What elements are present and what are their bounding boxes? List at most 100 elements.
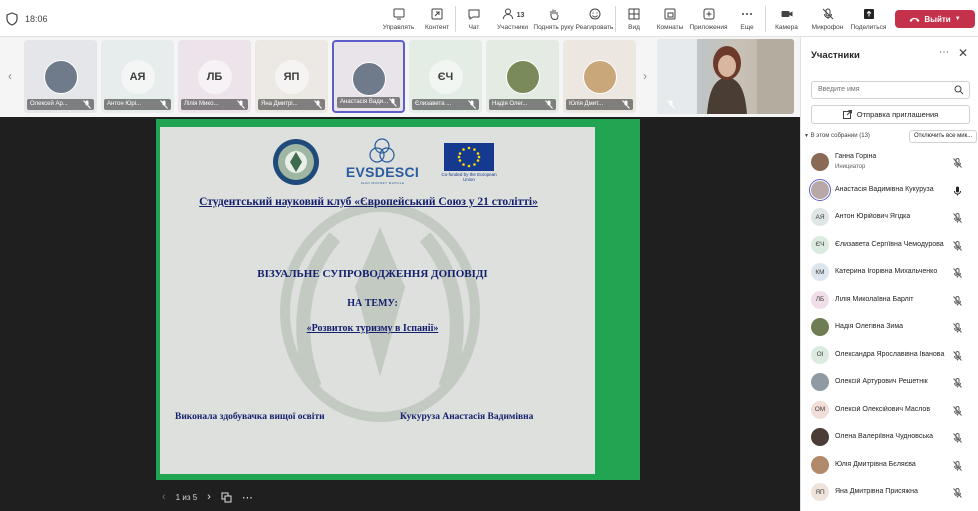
presenter-video[interactable] [657,39,794,114]
mic-off-icon [622,100,630,109]
send-invite-label: Отправка приглашения [856,110,939,119]
shared-content-stage: EVSDESCI JEAN MONNET MODULE Co-funded by… [0,117,800,511]
participant-name: Олексій Олексійович Маслов [835,405,931,413]
participant-row[interactable]: Ганна Горіна Инициатор [801,149,978,177]
raise-hand-icon [550,9,558,21]
participant-row[interactable]: КМ Катерина Ігорівна Михальченко [801,259,978,287]
raise-hand-button[interactable]: Поднять руку [533,2,574,36]
avatar [582,60,617,94]
participant-name: Надія Олегівна Зима [835,323,904,330]
participant-row[interactable]: ЄЧ Єлизавета Сергіївна Чемодурова [801,232,978,260]
camera-button[interactable]: Камера [766,2,807,36]
participant-tile[interactable]: Олексей Ар... [24,40,97,113]
next-slide-icon[interactable]: › [207,491,211,503]
avatar: ЄЧ [811,235,829,254]
share-button[interactable]: Поделиться [848,2,889,36]
mic-off-icon [953,460,962,471]
slide-page-indicator: 1 из 5 [175,492,198,502]
participants-list: Ганна Горіна Инициатор Анастасія Вадимівна… [801,149,978,507]
chevron-left-icon[interactable]: ‹ [8,69,12,83]
rooms-icon [664,8,676,20]
leave-button[interactable]: Выйти ▼ [895,10,975,28]
university-seal-logo [273,139,319,185]
participant-tile[interactable]: АЯ Антон Юрі... [101,40,174,113]
participant-tile[interactable]: Надія Олег... [486,40,559,113]
share-icon [863,9,874,19]
slide-topic: «Розвиток туризму в Іспанії» [306,323,439,334]
share-content-icon [431,8,443,20]
participant-row[interactable]: ОМ Олексій Олексійович Маслов [801,397,978,425]
apps-icon [703,8,714,20]
avatar [811,373,829,391]
search-placeholder: Введите имя [818,86,860,93]
avatar [505,60,540,94]
mic-off-icon [953,433,962,443]
avatar: АЯ [120,60,155,94]
manage-button[interactable]: Управлять [378,2,419,36]
participants-panel: Участники ⋯ ✕ Введите имя Отправка пригл… [800,37,978,511]
evsdesci-circles-icon [369,138,395,163]
panel-title: Участники [811,50,860,61]
participant-tile[interactable]: ЯП Яна Дмитрі... [255,40,328,113]
avatar: ЛБ [197,60,232,94]
participant-row[interactable]: Олексій Артурович Решетнік [801,369,978,397]
mic-off-icon [953,405,962,416]
evsdesci-wordmark: EVSDESCI [345,164,420,180]
participant-row[interactable]: ЯП Яна Дмитрівна Присяжна [801,479,978,507]
search-input[interactable]: Введите имя [811,81,970,99]
more-options-icon[interactable]: ⋯ [242,491,253,504]
participant-row[interactable]: Олена Валеріївна Чудновська [801,424,978,452]
chevron-right-icon[interactable]: › [643,69,647,83]
participant-tile[interactable]: ЄЧ Єлизавета ... [409,40,482,113]
camera-icon [781,11,792,17]
avatar: ОІ [811,345,829,364]
slides-overview-icon[interactable] [221,492,232,503]
search-icon [954,85,964,95]
participant-row[interactable]: АЯ Антон Юрійович Ягідка [801,204,978,232]
participant-tile[interactable]: ЛБ Лілія Мико... [178,40,251,113]
participant-name: Олена Валеріївна Чудновська [835,433,934,440]
participants-button[interactable]: 13 Участники [492,2,533,36]
participant-tile[interactable]: Юлія Дмит... [563,40,636,113]
camera-label: Камера [775,24,798,31]
chat-button[interactable]: Чат [456,2,492,36]
close-icon[interactable]: ✕ [958,46,968,60]
react-icon [589,8,600,20]
eu-flag-icon [444,143,494,171]
presentation-slide: EVSDESCI JEAN MONNET MODULE Co-funded by… [160,127,595,474]
evsdesci-logo: EVSDESCI JEAN MONNET MODULE [345,137,420,187]
content-label: Контент [424,24,450,31]
previous-slide-icon[interactable]: ‹ [162,491,166,503]
mic-off-icon [667,100,675,109]
participant-row[interactable]: ЛБ Лілія Миколаївна Барліт [801,287,978,315]
avatar [351,62,386,96]
send-invite-button[interactable]: Отправка приглашения [811,105,970,124]
rooms-button[interactable]: Комнаты [652,2,688,36]
section-header[interactable]: ▼ В этом собрании (13) [804,133,870,139]
participant-row[interactable]: Юлія Дмитрівна Бєляєва [801,452,978,480]
mic-off-icon [953,240,962,251]
react-button[interactable]: Реагировать [574,2,615,36]
participant-row[interactable]: Надія Олегівна Зима [801,314,978,342]
slide-author-label: Виконала здобувачка вищої освіти [175,412,325,422]
participant-tile[interactable]: Анастасія Вади... [332,40,405,113]
panel-more-icon[interactable]: ⋯ [939,47,949,58]
apps-button[interactable]: Приложения [688,2,729,36]
mic-off-icon [822,8,833,20]
meeting-toolbar: 18:06 Управлять Контент Чат 13 Участники [0,0,978,37]
avatar: АЯ [811,208,829,226]
slide-frame: EVSDESCI JEAN MONNET MODULE Co-funded by… [156,119,640,480]
participant-name: Яна Дмитрівна Присяжна [835,488,918,495]
more-button[interactable]: Еще [729,2,765,36]
view-label: Вид [628,24,640,31]
mic-off-icon [237,100,245,109]
view-button[interactable]: Вид [616,2,652,36]
meeting-timer: 18:06 [25,14,48,24]
slide-title: ВІЗУАЛЬНЕ СУПРОВОДЖЕННЯ ДОПОВІДІ [257,268,488,280]
participant-row[interactable]: ОІ Олександра Ярославівна Іванова [801,342,978,370]
participant-name: Юлія Дмитрівна Бєляєва [835,460,916,468]
mute-all-button[interactable]: Отключить все мик... [909,130,977,143]
content-button[interactable]: Контент [419,2,455,36]
participant-row[interactable]: Анастасія Вадимівна Кукуруза [801,177,978,205]
microphone-button[interactable]: Микрофон [807,2,848,36]
